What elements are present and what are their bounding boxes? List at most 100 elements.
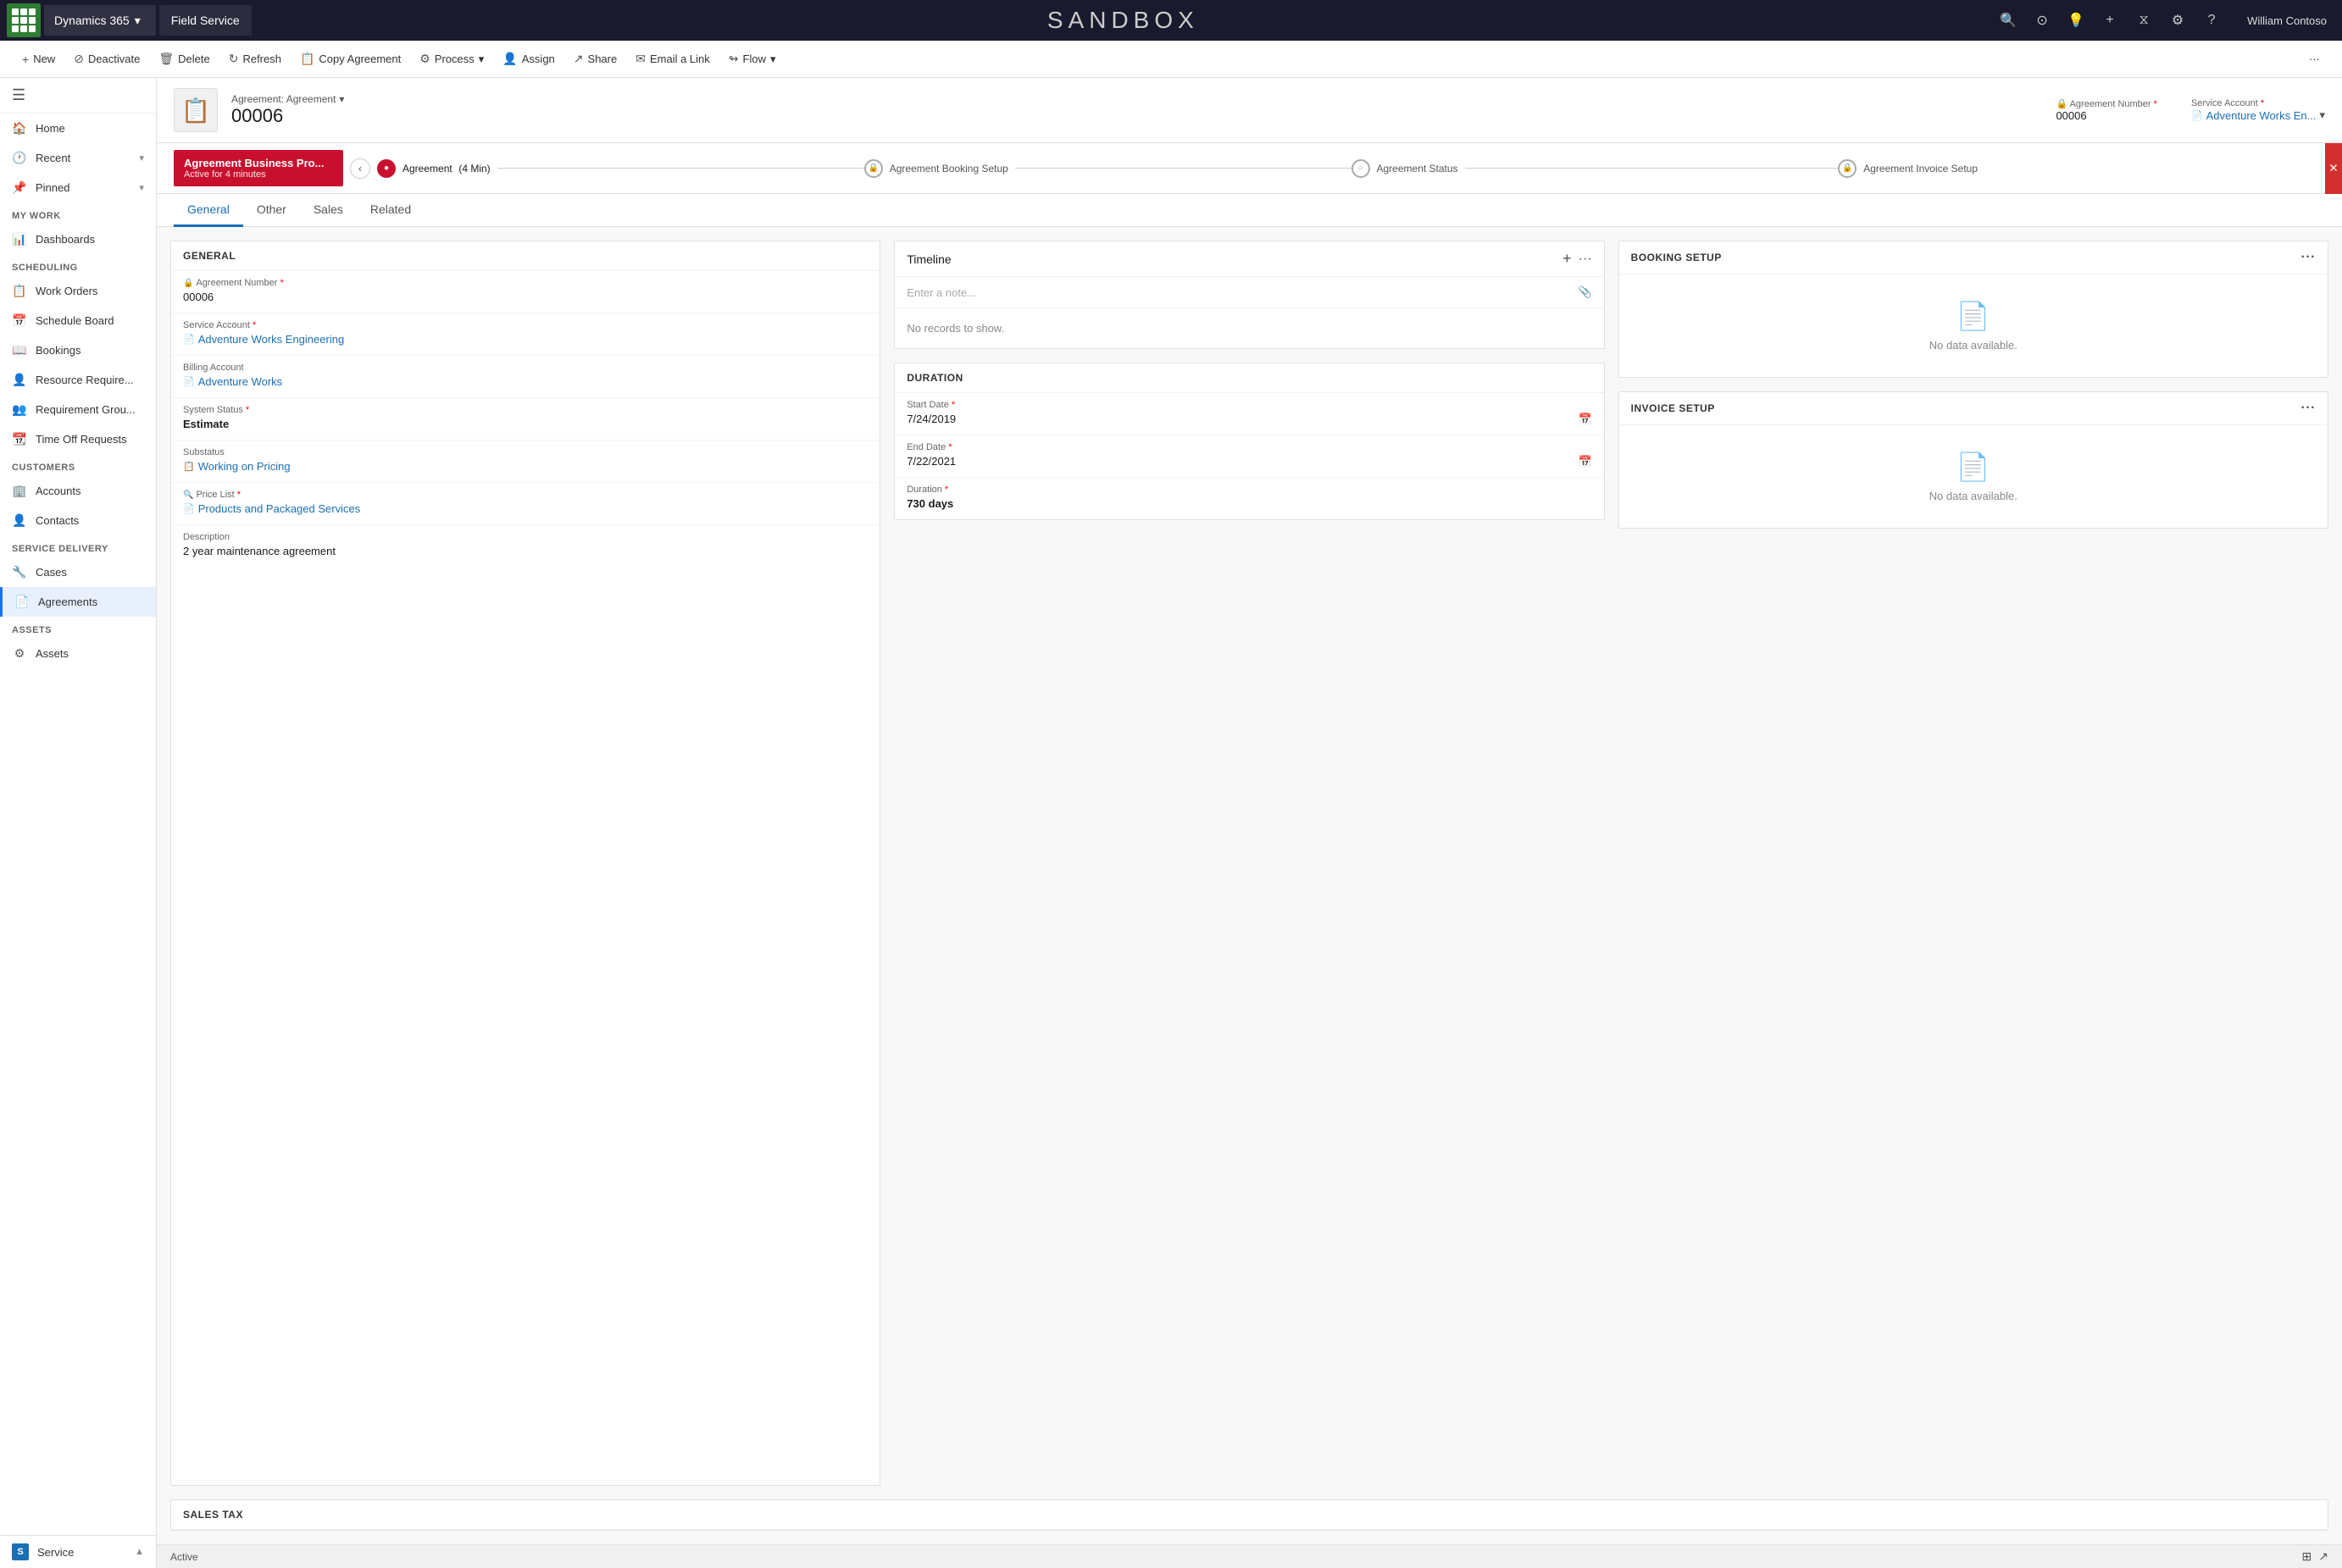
field-system-status: System Status * Estimate xyxy=(171,398,880,440)
assets-icon: ⚙ xyxy=(12,646,27,661)
process-step-status[interactable]: ○ Agreement Status xyxy=(1351,159,1839,178)
email-link-button[interactable]: ✉ Email a Link xyxy=(627,47,719,71)
status-bar-icon-2: ↗ xyxy=(2318,1549,2328,1564)
process-bar: Agreement Business Pro... Active for 4 m… xyxy=(157,143,2342,194)
timeline-more-icon[interactable]: ··· xyxy=(1579,252,1592,267)
process-step-booking-setup[interactable]: 🔒 Agreement Booking Setup xyxy=(864,159,1351,178)
billing-account-link[interactable]: 📄 Adventure Works xyxy=(183,373,868,391)
recent-icon[interactable]: ⊙ xyxy=(2028,7,2056,34)
notification-icon[interactable]: 💡 xyxy=(2062,7,2089,34)
sidebar-toggle[interactable]: ☰ xyxy=(0,78,156,114)
deactivate-icon: ⊘ xyxy=(74,52,84,66)
flow-chevron: ▾ xyxy=(770,53,776,66)
timeline-actions: + ··· xyxy=(1562,250,1592,268)
record-type-label: Agreement: Agreement ▾ xyxy=(231,93,2042,105)
end-date-value[interactable]: 7/22/2021 xyxy=(907,452,956,470)
invoice-setup-empty: 📄 No data available. xyxy=(1619,425,2328,528)
field-end-date: End Date * 7/22/2021 📅 xyxy=(895,435,1603,478)
process-steps: ● Agreement (4 Min) 🔒 Agreement Booking … xyxy=(377,159,2325,178)
timeline-input[interactable]: Enter a note... 📎 xyxy=(895,277,1603,308)
agreements-icon: 📄 xyxy=(14,595,30,609)
sidebar-item-assets[interactable]: ⚙ Assets xyxy=(0,639,156,668)
lock-icon: 🔒 xyxy=(2056,99,2067,109)
tab-sales[interactable]: Sales xyxy=(300,194,357,227)
duration-header: DURATION xyxy=(895,363,1603,393)
sidebar-item-bookings[interactable]: 📖 Bookings xyxy=(0,335,156,365)
new-button[interactable]: + New xyxy=(14,47,64,71)
process-nav-prev[interactable]: ‹ xyxy=(350,158,370,179)
schedule-board-icon: 📅 xyxy=(12,313,27,328)
start-date-value[interactable]: 7/24/2019 xyxy=(907,410,956,428)
step-label-status: Agreement Status xyxy=(1377,163,1458,175)
tab-general[interactable]: General xyxy=(174,194,243,227)
start-date-calendar-icon[interactable]: 📅 xyxy=(1578,413,1591,426)
sidebar-item-time-off[interactable]: 📆 Time Off Requests xyxy=(0,424,156,454)
assign-icon: 👤 xyxy=(502,52,517,66)
delete-icon: 🗑 xyxy=(158,52,174,66)
booking-empty-icon: 📄 xyxy=(1956,300,1990,332)
deactivate-button[interactable]: ⊘ Deactivate xyxy=(65,47,148,71)
process-step-agreement[interactable]: ● Agreement (4 Min) xyxy=(377,159,864,178)
field-agreement-number: 🔒 Agreement Number * 00006 xyxy=(171,271,880,313)
sidebar-item-schedule-board[interactable]: 📅 Schedule Board xyxy=(0,306,156,335)
new-record-icon[interactable]: + xyxy=(2096,7,2123,34)
record-type-chevron[interactable]: ▾ xyxy=(339,93,344,105)
price-list-link[interactable]: 📄 Products and Packaged Services xyxy=(183,500,868,518)
tab-related[interactable]: Related xyxy=(357,194,425,227)
timeline-add-icon[interactable]: + xyxy=(1562,250,1572,268)
record-info: Agreement: Agreement ▾ 00006 xyxy=(231,93,2042,127)
service-account-value[interactable]: Adventure Works En... xyxy=(2206,109,2317,122)
filter-icon[interactable]: ⧖ xyxy=(2130,7,2157,34)
sidebar-item-contacts[interactable]: 👤 Contacts xyxy=(0,506,156,535)
sidebar-item-home[interactable]: 🏠 Home xyxy=(0,114,156,143)
invoice-setup-section: INVOICE SETUP ··· 📄 No data available. xyxy=(1618,391,2328,529)
system-status-value[interactable]: Estimate xyxy=(183,415,868,433)
help-icon[interactable]: ? xyxy=(2198,7,2225,34)
dashboards-icon: 📊 xyxy=(12,232,27,247)
agreement-number-input[interactable]: 00006 xyxy=(183,288,868,306)
more-button[interactable]: ··· xyxy=(2300,47,2328,70)
search-icon[interactable]: 🔍 xyxy=(1995,7,2022,34)
field-service-account: Service Account * 📄 Adventure Works Engi… xyxy=(171,313,880,356)
timeline-attach-icon[interactable]: 📎 xyxy=(1578,285,1591,299)
sidebar: ☰ 🏠 Home 🕐 Recent ▾ 📌 Pinned ▾ My Work 📊… xyxy=(0,78,157,1568)
share-button[interactable]: ↗ Share xyxy=(565,47,625,71)
general-section: GENERAL 🔒 Agreement Number * 00006 Servi… xyxy=(170,241,880,1486)
user-profile[interactable]: William Contoso xyxy=(2239,11,2335,30)
sidebar-item-resource-requirements[interactable]: 👤 Resource Require... xyxy=(0,365,156,395)
module-name[interactable]: Field Service xyxy=(159,5,252,36)
sidebar-item-agreements[interactable]: 📄 Agreements xyxy=(0,587,156,617)
settings-icon[interactable]: ⚙ xyxy=(2164,7,2191,34)
sidebar-item-dashboards[interactable]: 📊 Dashboards xyxy=(0,224,156,254)
share-icon: ↗ xyxy=(574,52,584,66)
service-account-link[interactable]: 📄 Adventure Works Engineering xyxy=(183,330,868,348)
refresh-button[interactable]: ↻ Refresh xyxy=(220,47,290,71)
process-bar-close[interactable]: ✕ xyxy=(2325,143,2342,194)
copy-agreement-button[interactable]: 📋 Copy Agreement xyxy=(291,47,409,71)
process-button[interactable]: ⚙ Process ▾ xyxy=(411,47,492,71)
delete-button[interactable]: 🗑 Delete xyxy=(150,47,218,71)
invoice-setup-more[interactable]: ··· xyxy=(2301,401,2316,416)
flow-button[interactable]: ↬ Flow ▾ xyxy=(720,47,785,71)
sidebar-item-accounts[interactable]: 🏢 Accounts xyxy=(0,476,156,506)
waffle-menu[interactable] xyxy=(7,3,41,37)
tab-other[interactable]: Other xyxy=(243,194,300,227)
sidebar-item-pinned[interactable]: 📌 Pinned ▾ xyxy=(0,173,156,202)
description-value: 2 year maintenance agreement xyxy=(183,542,868,560)
process-step-invoice[interactable]: 🔒 Agreement Invoice Setup xyxy=(1838,159,2325,178)
substatus-link[interactable]: 📋 Working on Pricing xyxy=(183,457,868,475)
sidebar-item-requirement-groups[interactable]: 👥 Requirement Grou... xyxy=(0,395,156,424)
process-stage-card[interactable]: Agreement Business Pro... Active for 4 m… xyxy=(174,150,343,186)
booking-setup-more[interactable]: ··· xyxy=(2301,250,2316,265)
bookings-icon: 📖 xyxy=(12,343,27,357)
service-account-dropdown[interactable]: ▾ xyxy=(2319,108,2325,122)
sidebar-item-recent[interactable]: 🕐 Recent ▾ xyxy=(0,143,156,173)
sidebar-item-service-bottom[interactable]: S Service ▲ xyxy=(0,1536,156,1568)
app-switcher[interactable]: Dynamics 365 ▾ xyxy=(44,5,156,36)
sidebar-item-cases[interactable]: 🔧 Cases xyxy=(0,557,156,587)
end-date-calendar-icon[interactable]: 📅 xyxy=(1578,455,1591,468)
nav-icons-group: 🔍 ⊙ 💡 + ⧖ ⚙ ? William Contoso xyxy=(1995,7,2335,34)
app-chevron: ▾ xyxy=(135,14,141,28)
assign-button[interactable]: 👤 Assign xyxy=(494,47,563,71)
sidebar-item-work-orders[interactable]: 📋 Work Orders xyxy=(0,276,156,306)
